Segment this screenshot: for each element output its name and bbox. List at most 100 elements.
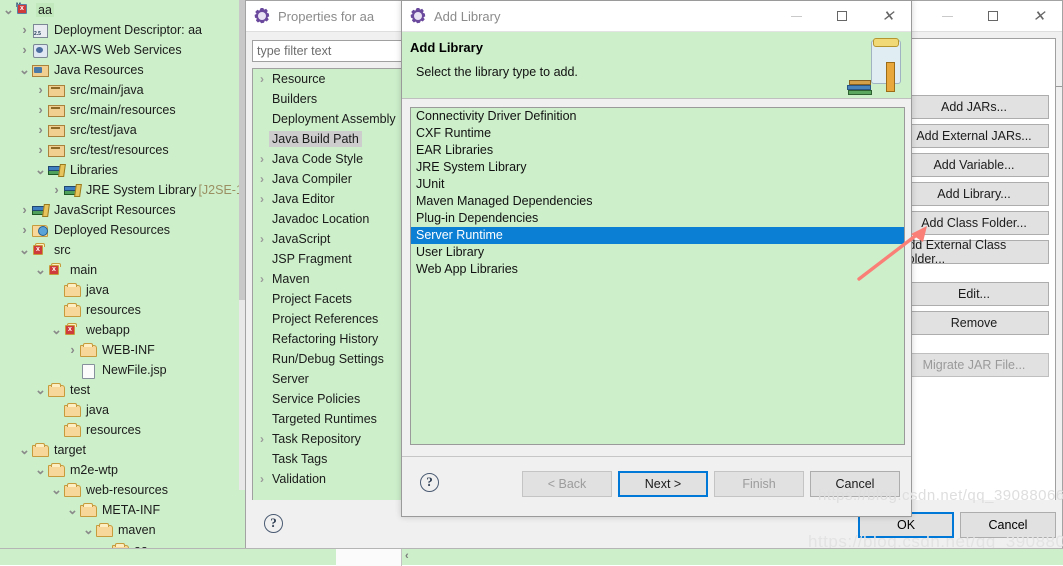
library-type-item[interactable]: Server Runtime [411, 227, 904, 244]
properties-tree-item[interactable]: Task Tags [253, 449, 403, 469]
tree-item[interactable]: JAX-WS Web Services [0, 40, 245, 60]
chevron-right-icon[interactable]: › [255, 232, 269, 246]
tree-item[interactable]: test [0, 380, 245, 400]
chevron-right-icon[interactable]: › [255, 172, 269, 186]
tree-item[interactable]: target [0, 440, 245, 460]
tree-item[interactable]: WEB-INF [0, 340, 245, 360]
add-library-titlebar[interactable]: Add Library ✕ [402, 1, 911, 32]
tree-item[interactable]: META-INF [0, 500, 245, 520]
tree-item[interactable]: resources [0, 420, 245, 440]
properties-tree-item[interactable]: › Maven [253, 269, 403, 289]
chevron-down-icon[interactable] [50, 323, 63, 337]
properties-tree-item[interactable]: Project Facets [253, 289, 403, 309]
chevron-right-icon[interactable] [34, 123, 47, 137]
chevron-right-icon[interactable] [66, 343, 79, 357]
chevron-left-icon[interactable]: ‹ [405, 550, 409, 562]
properties-tree-item[interactable]: › Validation [253, 469, 403, 489]
library-type-item[interactable]: JUnit [411, 176, 904, 193]
tree-item[interactable]: src/main/java [0, 80, 245, 100]
library-type-item[interactable]: Web App Libraries [411, 261, 904, 278]
help-icon[interactable]: ? [420, 473, 439, 492]
tree-item[interactable]: resources [0, 300, 245, 320]
build-path-button[interactable]: Add Library... [899, 182, 1049, 206]
editor-tab[interactable] [336, 549, 402, 566]
finish-button[interactable]: Finish [714, 471, 804, 497]
maximize-button[interactable] [819, 1, 865, 32]
properties-tree-item[interactable]: › Java Editor [253, 189, 403, 209]
tree-item[interactable]: src/test/java [0, 120, 245, 140]
chevron-down-icon[interactable] [18, 63, 31, 77]
chevron-right-icon[interactable] [34, 83, 47, 97]
tree-item[interactable]: java [0, 400, 245, 420]
properties-tree-item[interactable]: › Java Code Style [253, 149, 403, 169]
filter-input[interactable]: type filter text [252, 40, 404, 62]
library-type-item[interactable]: Connectivity Driver Definition [411, 108, 904, 125]
chevron-right-icon[interactable] [18, 223, 31, 237]
properties-cancel-button[interactable]: Cancel [960, 512, 1056, 538]
maximize-button[interactable] [970, 1, 1016, 32]
chevron-right-icon[interactable]: › [255, 272, 269, 286]
properties-tree-item[interactable]: Service Policies [253, 389, 403, 409]
chevron-down-icon[interactable] [34, 163, 47, 177]
build-path-button[interactable]: Add Class Folder... [899, 211, 1049, 235]
tree-item[interactable]: java [0, 280, 245, 300]
properties-tree-item[interactable]: Refactoring History [253, 329, 403, 349]
build-path-button[interactable]: Add External Class Folder... [899, 238, 1049, 266]
chevron-down-icon[interactable] [2, 3, 15, 17]
library-type-item[interactable]: User Library [411, 244, 904, 261]
chevron-right-icon[interactable]: › [255, 472, 269, 486]
build-path-button[interactable]: Add Variable... [899, 153, 1049, 177]
build-path-button[interactable]: Add External JARs... [899, 124, 1049, 148]
tree-item[interactable]: JRE System Library [J2SE-1 [0, 180, 245, 200]
chevron-right-icon[interactable]: › [255, 192, 269, 206]
chevron-right-icon[interactable] [18, 203, 31, 217]
help-icon[interactable]: ? [264, 514, 283, 533]
close-button[interactable]: ✕ [1016, 1, 1062, 32]
properties-tree-item[interactable]: JSP Fragment [253, 249, 403, 269]
library-type-item[interactable]: Plug-in Dependencies [411, 210, 904, 227]
tree-item[interactable]: Libraries [0, 160, 245, 180]
chevron-down-icon[interactable] [50, 483, 63, 497]
chevron-down-icon[interactable] [18, 243, 31, 257]
properties-tree-item[interactable]: Targeted Runtimes [253, 409, 403, 429]
library-type-item[interactable]: EAR Libraries [411, 142, 904, 159]
chevron-right-icon[interactable]: › [255, 432, 269, 446]
library-type-item[interactable]: CXF Runtime [411, 125, 904, 142]
properties-tree-item[interactable]: Deployment Assembly [253, 109, 403, 129]
library-type-item[interactable]: JRE System Library [411, 159, 904, 176]
chevron-right-icon[interactable]: › [255, 152, 269, 166]
tree-item[interactable]: src/main/resources [0, 100, 245, 120]
chevron-down-icon[interactable] [66, 503, 79, 517]
chevron-right-icon[interactable] [18, 23, 31, 37]
build-path-button[interactable]: Remove [899, 311, 1049, 335]
properties-tree-item[interactable]: Javadoc Location [253, 209, 403, 229]
next-button[interactable]: Next > [618, 471, 708, 497]
tree-item[interactable]: webapp [0, 320, 245, 340]
close-button[interactable]: ✕ [865, 1, 911, 32]
chevron-right-icon[interactable] [34, 143, 47, 157]
properties-tree-item[interactable]: › Resource [253, 69, 403, 89]
tree-item[interactable]: web-resources [0, 480, 245, 500]
back-button[interactable]: < Back [522, 471, 612, 497]
properties-page-tree[interactable]: › Resource Builders Deployment Assembly Java… [252, 68, 404, 513]
properties-tree-item[interactable]: › Java Compiler [253, 169, 403, 189]
tree-item[interactable]: src/test/resources [0, 140, 245, 160]
properties-tree-item[interactable]: Java Build Path [253, 129, 403, 149]
project-explorer-tree[interactable]: aaDeployment Descriptor: aa JAX-WS Web Se… [0, 0, 245, 565]
properties-tree-item[interactable]: › JavaScript [253, 229, 403, 249]
tree-item[interactable]: src [0, 240, 245, 260]
properties-tree-item[interactable]: Project References [253, 309, 403, 329]
chevron-down-icon[interactable] [82, 523, 95, 537]
properties-tree-item[interactable]: Run/Debug Settings [253, 349, 403, 369]
library-type-list[interactable]: Connectivity Driver Definition CXF Runtim… [410, 107, 905, 445]
tree-item[interactable]: Deployed Resources [0, 220, 245, 240]
chevron-right-icon[interactable] [34, 103, 47, 117]
minimize-button[interactable] [773, 1, 819, 32]
tree-item[interactable]: m2e-wtp [0, 460, 245, 480]
minimize-button[interactable] [924, 1, 970, 32]
chevron-down-icon[interactable] [34, 263, 47, 277]
properties-tree-item[interactable]: › Task Repository [253, 429, 403, 449]
chevron-right-icon[interactable]: › [255, 72, 269, 86]
chevron-right-icon[interactable] [50, 183, 63, 197]
build-path-button[interactable]: Edit... [899, 282, 1049, 306]
